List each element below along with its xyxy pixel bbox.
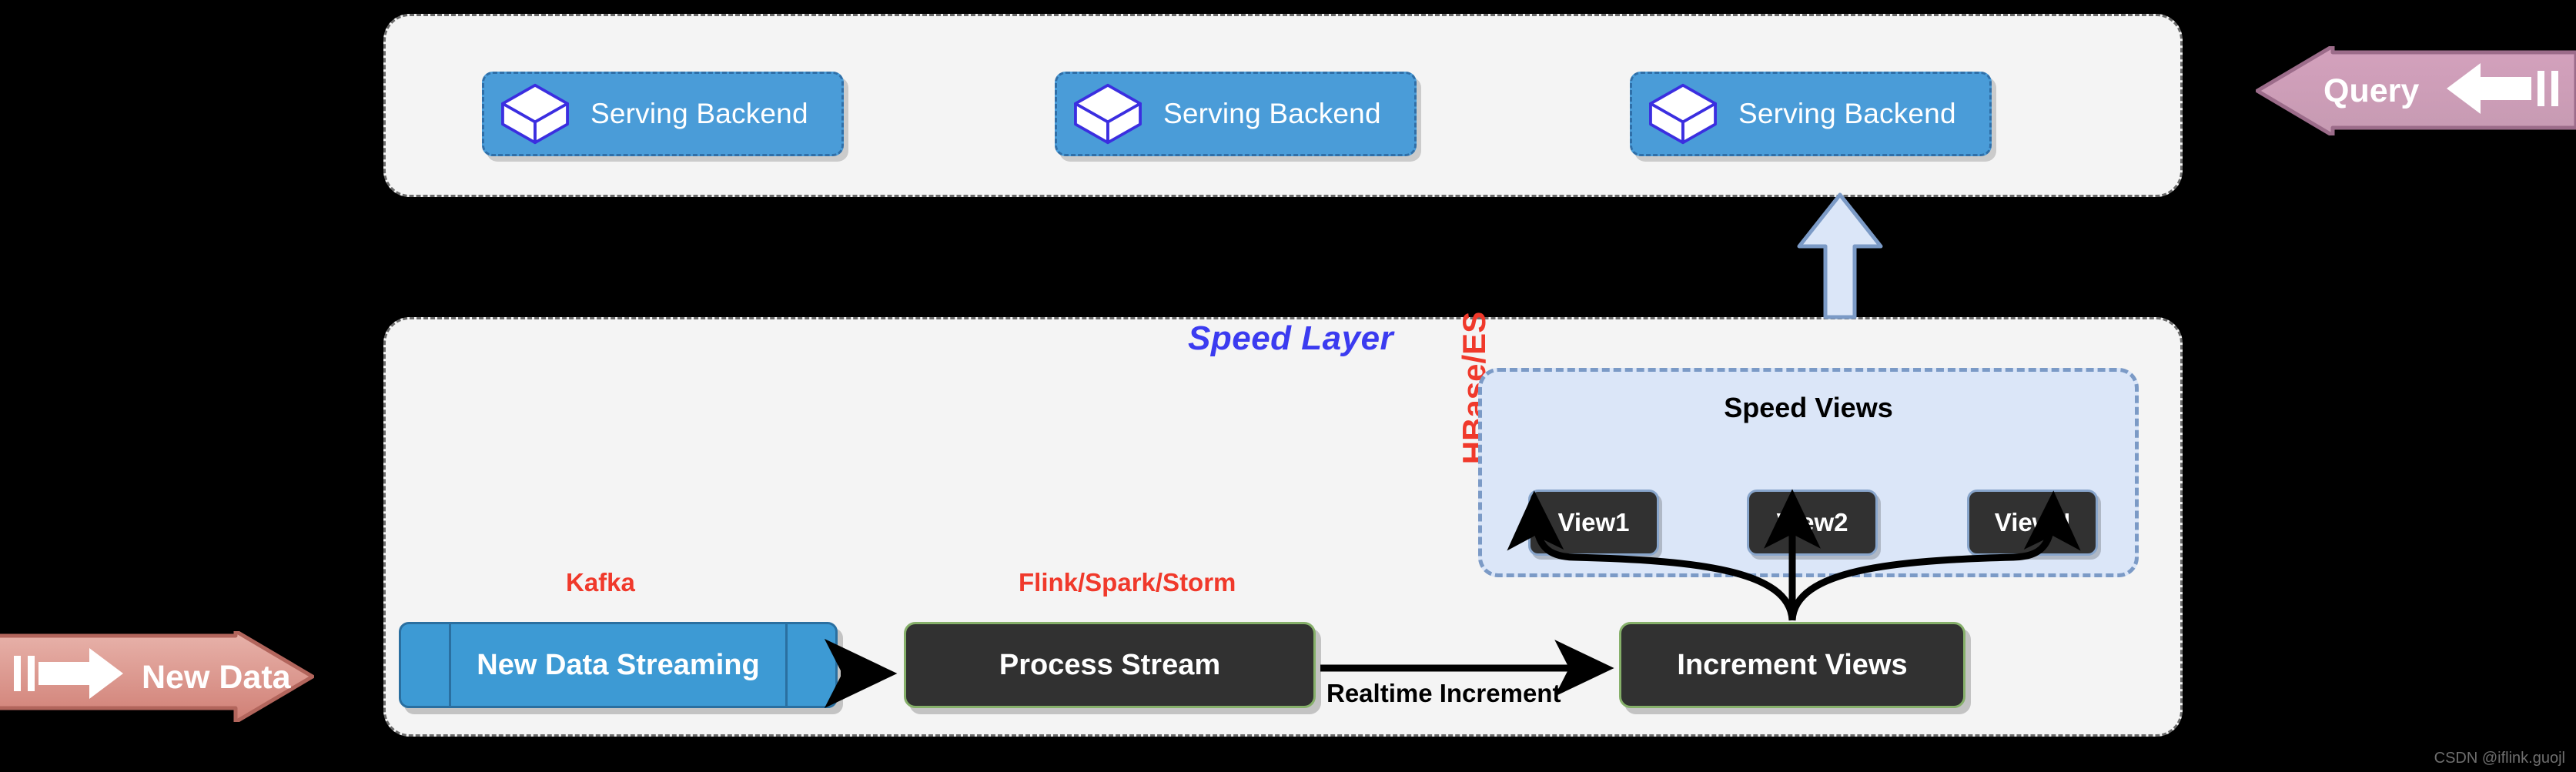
process-divider-right: [785, 624, 788, 706]
serving-backend-label: Serving Backend: [590, 98, 808, 129]
serving-backend-label: Serving Backend: [1163, 98, 1381, 129]
flink-spark-storm-tech-label: Flink/Spark/Storm: [1019, 568, 1236, 597]
view-box-3[interactable]: ViewN: [1967, 490, 2098, 556]
cube-icon: [501, 83, 569, 145]
speed-views-panel: Speed Views View1 View2 ViewN: [1478, 368, 2139, 577]
query-banner-arrow: Query: [2255, 44, 2576, 138]
cube-icon: [1649, 83, 1717, 145]
query-label: Query: [2323, 72, 2420, 109]
serving-backend-box-1[interactable]: Serving Backend: [482, 72, 844, 156]
view-box-2[interactable]: View2: [1747, 490, 1878, 556]
speed-layer-title: Speed Layer: [1188, 319, 1394, 357]
watermark: CSDN @iflink.guojl: [2434, 750, 2565, 767]
serving-backend-box-2[interactable]: Serving Backend: [1055, 72, 1417, 156]
kafka-tech-label: Kafka: [566, 568, 635, 597]
process-stream-box[interactable]: Process Stream: [904, 622, 1316, 708]
new-data-streaming-box[interactable]: New Data Streaming: [399, 622, 838, 708]
new-data-label: New Data: [142, 659, 291, 696]
realtime-increment-edge-label: Realtime Increment: [1326, 679, 1561, 707]
process-divider-left: [449, 624, 451, 706]
diagram-canvas: Serving Backend Serving Backend Serving …: [0, 0, 2576, 772]
serving-backend-box-3[interactable]: Serving Backend: [1630, 72, 1992, 156]
new-data-streaming-label: New Data Streaming: [477, 648, 760, 681]
speed-to-serving-arrow: [1797, 192, 1883, 319]
speed-views-title: Speed Views: [1724, 392, 1893, 423]
serving-layer-panel: Serving Backend Serving Backend Serving …: [383, 14, 2183, 197]
view-box-1[interactable]: View1: [1528, 490, 1659, 556]
cube-icon: [1074, 83, 1142, 145]
serving-backend-label: Serving Backend: [1738, 98, 1956, 129]
new-data-banner-arrow: New Data: [0, 629, 315, 724]
increment-views-box[interactable]: Increment Views: [1619, 622, 1965, 708]
